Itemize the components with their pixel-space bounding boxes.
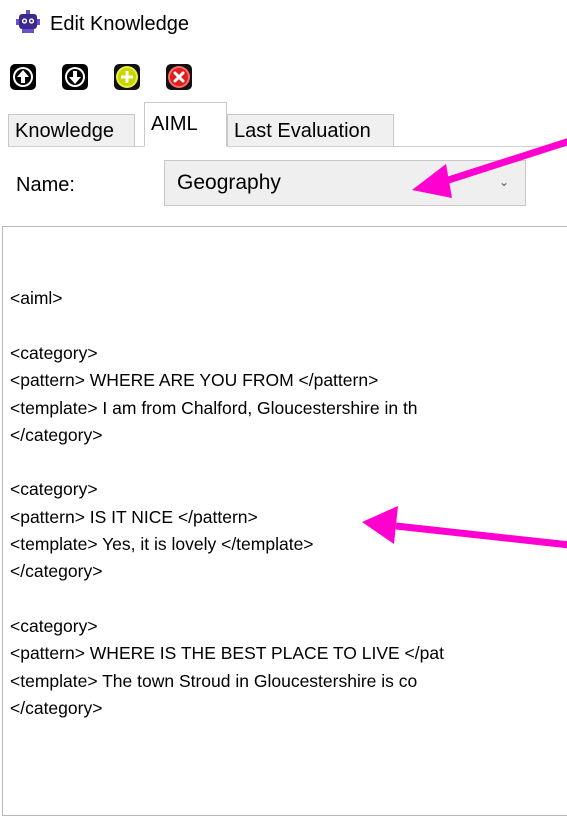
code-line: <pattern> WHERE IS THE BEST PLACE TO LIV…	[10, 643, 444, 664]
code-line: <template> I am from Chalford, Glouceste…	[10, 397, 418, 418]
tab-strip: Knowledge AIML Last Evaluation	[8, 102, 567, 147]
tab-divider	[8, 146, 567, 147]
delete-button[interactable]	[166, 64, 192, 90]
code-line: <template> Yes, it is lovely </template>	[10, 534, 314, 554]
move-up-button[interactable]	[10, 64, 36, 90]
tab-label: AIML	[151, 113, 198, 135]
tab-aiml[interactable]: AIML	[144, 102, 227, 147]
robot-app-icon	[16, 10, 40, 34]
name-label: Name:	[16, 174, 75, 196]
code-line: <category>	[10, 615, 98, 636]
code-line: <category>	[10, 342, 98, 363]
plus-circle-icon	[116, 66, 138, 88]
tab-label: Last Evaluation	[234, 119, 371, 142]
arrow-down-circle-icon	[65, 67, 85, 87]
code-line: <template> The town Stroud in Gloucester…	[10, 670, 418, 691]
code-line: </category>	[10, 697, 103, 718]
name-select-value: Geography	[177, 171, 281, 194]
window-title: Edit Knowledge	[50, 13, 189, 35]
add-button[interactable]	[114, 64, 140, 90]
name-select[interactable]: Geography ⌄	[164, 160, 526, 206]
code-line: <category>	[10, 479, 98, 500]
arrow-up-circle-icon	[13, 67, 33, 87]
x-circle-icon	[168, 66, 190, 88]
code-line: <pattern> IS IT NICE </pattern>	[10, 506, 258, 527]
code-line: </category>	[10, 561, 103, 582]
title-bar: Edit Knowledge	[0, 0, 567, 48]
code-line: <aiml>	[10, 288, 63, 309]
tab-last-evaluation[interactable]: Last Evaluation	[227, 114, 394, 146]
chevron-down-icon: ⌄	[498, 175, 509, 189]
aiml-editor[interactable]: <aiml> <category> <pattern> WHERE ARE YOU …	[2, 226, 567, 816]
move-down-button[interactable]	[62, 64, 88, 90]
code-line: <pattern> WHERE ARE YOU FROM </pattern>	[10, 370, 379, 391]
tab-label: Knowledge	[15, 119, 114, 142]
code-line: </category>	[10, 424, 103, 445]
tab-knowledge[interactable]: Knowledge	[8, 114, 135, 146]
